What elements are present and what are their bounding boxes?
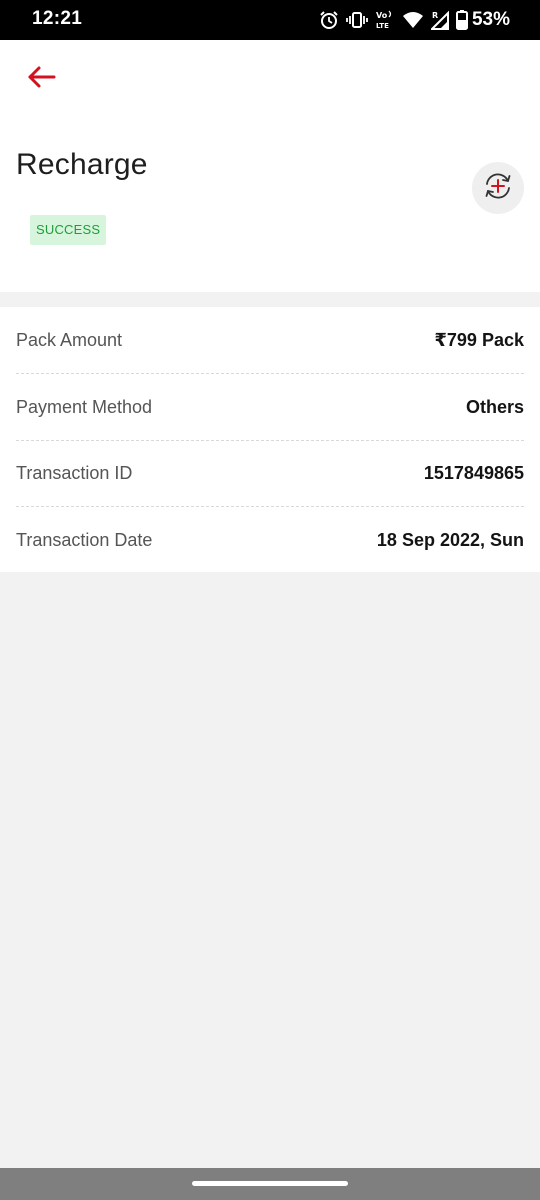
detail-row-transaction-date: Transaction Date 18 Sep 2022, Sun (16, 507, 524, 573)
detail-label: Transaction Date (16, 529, 153, 550)
battery-percent: 53% (471, 9, 510, 30)
wifi-icon (402, 11, 424, 29)
volte-icon: Vo LTE (375, 9, 395, 31)
navigation-bar (0, 1168, 540, 1200)
transaction-details: Pack Amount ₹799 Pack Payment Method Oth… (0, 307, 540, 572)
svg-text:R: R (432, 11, 438, 20)
battery-icon (455, 10, 468, 30)
detail-row-pack-amount: Pack Amount ₹799 Pack (16, 307, 524, 374)
repeat-recharge-icon (482, 170, 514, 207)
detail-value: 1517849865 (423, 462, 524, 483)
detail-value: Others (465, 396, 524, 417)
svg-text:LTE: LTE (376, 22, 389, 30)
back-button[interactable] (22, 60, 62, 94)
detail-label: Pack Amount (16, 329, 123, 350)
status-time: 12:21 (32, 8, 83, 29)
cellular-signal-icon: R (430, 10, 449, 30)
home-indicator[interactable] (192, 1181, 348, 1186)
vibrate-icon (346, 10, 368, 30)
detail-label: Transaction ID (16, 462, 133, 483)
detail-row-transaction-id: Transaction ID 1517849865 (16, 440, 524, 507)
back-arrow-icon (22, 66, 62, 98)
header-card: Recharge SUCCESS (0, 40, 540, 292)
svg-text:Vo: Vo (376, 11, 388, 20)
status-icons: Vo LTE R 53% (319, 8, 510, 32)
detail-value: 18 Sep 2022, Sun (376, 529, 524, 550)
status-bar: 12:21 Vo LTE R 53% (0, 0, 540, 40)
status-badge: SUCCESS (30, 215, 107, 245)
alarm-icon (319, 10, 339, 30)
repeat-recharge-button[interactable] (472, 162, 524, 214)
page-title: Recharge (16, 148, 148, 181)
detail-label: Payment Method (16, 396, 153, 417)
detail-row-payment-method: Payment Method Others (16, 374, 524, 441)
detail-value: ₹799 Pack (434, 329, 524, 350)
